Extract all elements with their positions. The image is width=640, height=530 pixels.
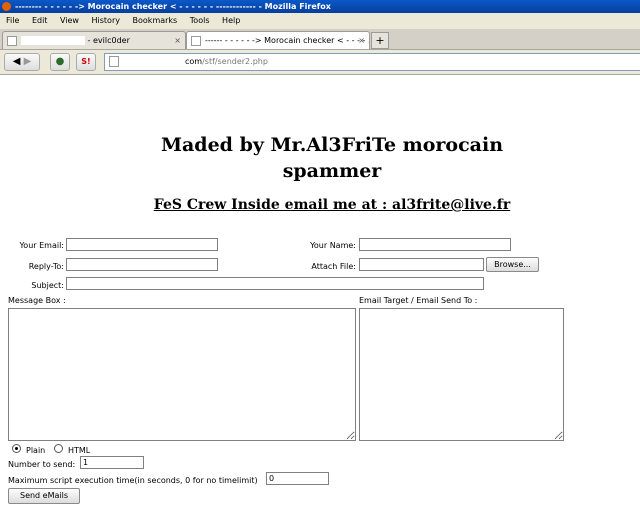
- format-html-radio[interactable]: [54, 444, 63, 453]
- tab-morocain-checker[interactable]: ------ - - - - - -> Morocain checker < -…: [186, 31, 370, 49]
- tab-evilc0der[interactable]: - evilc0der ×: [2, 31, 186, 49]
- menu-bookmarks[interactable]: Bookmarks: [133, 16, 178, 25]
- window-title: -------- - - - - - -> Morocain checker <…: [15, 2, 331, 11]
- subject-label: Subject:: [31, 281, 64, 290]
- menu-file[interactable]: File: [6, 16, 19, 25]
- page-favicon-icon: [191, 35, 201, 46]
- back-arrow-icon[interactable]: ◀: [13, 56, 21, 67]
- email-target-textarea[interactable]: [359, 308, 564, 441]
- close-tab-icon[interactable]: ×: [174, 32, 181, 49]
- window-title-bar: -------- - - - - - -> Morocain checker <…: [0, 0, 640, 13]
- url-host: com: [185, 57, 203, 66]
- number-to-send-label: Number to send:: [8, 460, 76, 469]
- close-tab-icon[interactable]: ×: [358, 32, 365, 49]
- forward-arrow-icon[interactable]: ▶: [24, 56, 32, 67]
- message-box-label: Message Box :: [8, 296, 66, 305]
- number-to-send-input[interactable]: [80, 456, 144, 469]
- format-plain-label: Plain: [26, 446, 46, 455]
- your-email-input[interactable]: [66, 238, 218, 251]
- max-exec-time-input[interactable]: [266, 472, 329, 485]
- onion-icon: ●: [55, 56, 65, 67]
- addon-onion-button[interactable]: ●: [50, 53, 70, 71]
- navigation-bar: ◀ ▶ ● S! com/stf/sender2.php: [0, 50, 640, 75]
- reply-to-input[interactable]: [66, 258, 218, 271]
- menu-help[interactable]: Help: [222, 16, 240, 25]
- page-title: Maded by Mr.Al3FriTe morocain spammer: [160, 134, 504, 182]
- max-exec-time-label: Maximum script execution time(in seconds…: [8, 476, 258, 485]
- menu-bar: File Edit View History Bookmarks Tools H…: [0, 13, 640, 29]
- attach-file-input[interactable]: [359, 258, 484, 271]
- browse-button[interactable]: Browse...: [486, 257, 539, 272]
- subject-input[interactable]: [66, 277, 484, 290]
- page-identity-icon: [109, 56, 119, 67]
- page-content: Maded by Mr.Al3FriTe morocain spammer Fe…: [0, 75, 640, 530]
- seo-icon: S!: [81, 57, 91, 66]
- addon-seo-button[interactable]: S!: [76, 53, 96, 71]
- new-tab-button[interactable]: +: [371, 32, 389, 49]
- menu-tools[interactable]: Tools: [190, 16, 210, 25]
- tab-label: - evilc0der: [87, 36, 130, 45]
- url-bar[interactable]: com/stf/sender2.php: [104, 53, 640, 71]
- format-html-label: HTML: [68, 446, 91, 455]
- menu-view[interactable]: View: [60, 16, 79, 25]
- tab-label: ------ - - - - - -> Morocain checker < -…: [205, 36, 370, 45]
- redacted-text: [21, 36, 85, 45]
- back-forward-buttons[interactable]: ◀ ▶: [4, 53, 40, 71]
- attach-file-label: Attach File:: [311, 262, 356, 271]
- firefox-logo-icon: [2, 2, 11, 11]
- reply-to-label: Reply-To:: [28, 262, 64, 271]
- page-subtitle: FeS Crew Inside email me at : al3frite@l…: [153, 197, 511, 213]
- tab-bar: - evilc0der × ------ - - - - - -> Moroca…: [0, 29, 640, 50]
- page-favicon-icon: [7, 35, 17, 46]
- your-email-label: Your Email:: [19, 241, 64, 250]
- url-path: /stf/sender2.php: [202, 57, 268, 66]
- menu-edit[interactable]: Edit: [32, 16, 48, 25]
- send-emails-button[interactable]: Send eMails: [8, 488, 80, 504]
- your-name-label: Your Name:: [310, 241, 356, 250]
- format-plain-radio[interactable]: [12, 444, 21, 453]
- email-target-label: Email Target / Email Send To :: [359, 296, 478, 305]
- your-name-input[interactable]: [359, 238, 511, 251]
- menu-history[interactable]: History: [92, 16, 120, 25]
- message-box-textarea[interactable]: [8, 308, 356, 441]
